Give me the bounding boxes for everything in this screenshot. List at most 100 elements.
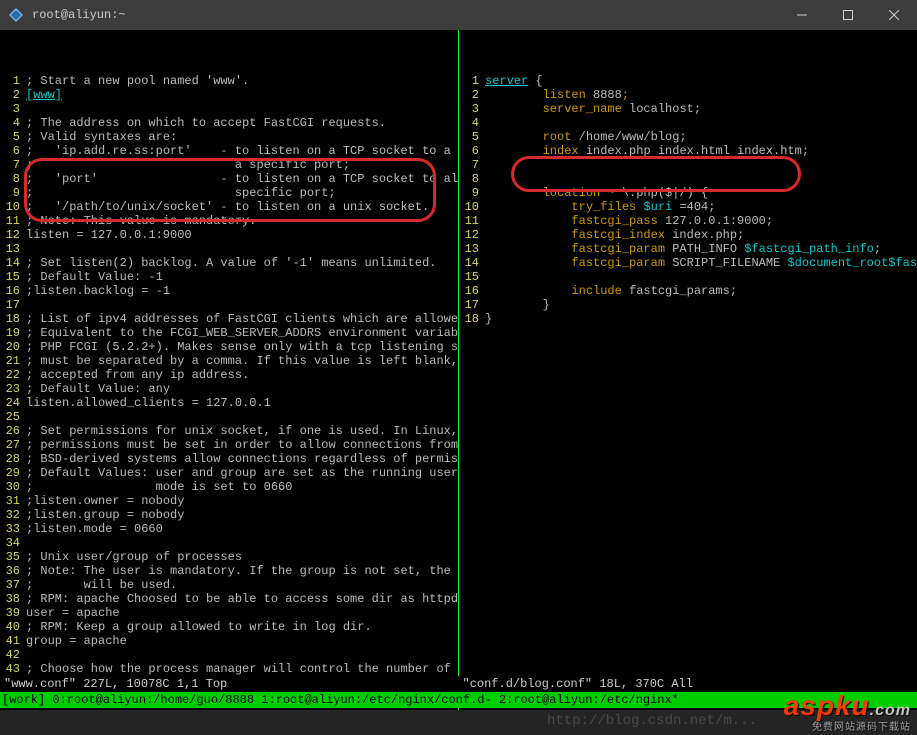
code-line: 13	[0, 242, 458, 256]
code-text: ; Note: The user is mandatory. If the gr…	[26, 564, 459, 578]
line-number: 7	[0, 158, 26, 172]
line-number: 6	[0, 144, 26, 158]
code-line: 25	[0, 410, 458, 424]
line-number: 8	[0, 172, 26, 186]
code-line: 4	[459, 116, 917, 130]
code-line: 20; PHP FCGI (5.2.2+). Makes sense only …	[0, 340, 458, 354]
code-text: ; The address on which to accept FastCGI…	[26, 116, 386, 130]
code-text: }	[485, 312, 492, 326]
code-text: include	[485, 284, 629, 298]
code-line: 23; Default Value: any	[0, 382, 458, 396]
line-number: 9	[459, 186, 485, 200]
app-icon	[8, 7, 24, 23]
code-text: {	[528, 74, 542, 88]
code-text: ;listen.owner = nobody	[26, 494, 184, 508]
line-number: 13	[0, 242, 26, 256]
code-line: 12 fastcgi_index index.php;	[459, 228, 917, 242]
code-text: location	[485, 186, 607, 200]
code-line: 29; Default Values: user and group are s…	[0, 466, 458, 480]
line-number: 14	[459, 256, 485, 270]
code-line: 18}	[459, 312, 917, 326]
code-line: 7; a specific port;	[0, 158, 458, 172]
line-number: 16	[0, 284, 26, 298]
line-number: 18	[0, 312, 26, 326]
code-line: 1server {	[459, 74, 917, 88]
code-text: ;listen.backlog = -1	[26, 284, 170, 298]
code-text: SCRIPT_FILENAME	[672, 256, 787, 270]
code-text: /home/www/blog;	[579, 130, 687, 144]
code-line: 10; '/path/to/unix/socket' - to listen o…	[0, 200, 458, 214]
line-number: 2	[459, 88, 485, 102]
line-number: 26	[0, 424, 26, 438]
close-button[interactable]	[871, 0, 917, 30]
code-text: ;	[874, 242, 881, 256]
code-text: index.php;	[672, 228, 744, 242]
code-text: |/) {	[672, 186, 708, 200]
code-line: 10 try_files $uri =404;	[459, 200, 917, 214]
line-number: 5	[459, 130, 485, 144]
line-number: 9	[0, 186, 26, 200]
left-pane[interactable]: 1; Start a new pool named 'www'.2[www]34…	[0, 30, 459, 710]
code-text: $fastcgi_path_info	[744, 242, 874, 256]
line-number: 13	[459, 242, 485, 256]
code-text: listen	[485, 88, 593, 102]
line-number: 18	[459, 312, 485, 326]
code-text: ;listen.mode = 0660	[26, 522, 163, 536]
line-number: 8	[459, 172, 485, 186]
maximize-button[interactable]	[825, 0, 871, 30]
code-line: 6 index index.php index.html index.htm;	[459, 144, 917, 158]
line-number: 32	[0, 508, 26, 522]
line-number: 34	[0, 536, 26, 550]
code-line: 9; specific port;	[0, 186, 458, 200]
code-text: ; Valid syntaxes are:	[26, 130, 177, 144]
line-number: 42	[0, 648, 26, 662]
code-line: 37; will be used.	[0, 578, 458, 592]
code-text: ; RPM: apache Choosed to be able to acce…	[26, 592, 458, 606]
code-text: ; RPM: Keep a group allowed to write in …	[26, 620, 372, 634]
code-text: $document_root$fastcgi_script_name	[787, 256, 917, 270]
code-line: 28; BSD-derived systems allow connection…	[0, 452, 458, 466]
line-number: 11	[0, 214, 26, 228]
code-text: group = apache	[26, 634, 127, 648]
line-number: 17	[0, 298, 26, 312]
code-text: user = apache	[26, 606, 120, 620]
code-text: fastcgi_param	[485, 256, 672, 270]
code-text: }	[485, 298, 550, 312]
code-text: ; mode is set to 0660	[26, 480, 292, 494]
code-text: PATH_INFO	[672, 242, 744, 256]
code-text: ; Start a new pool named 'www'.	[26, 74, 249, 88]
code-text: ; Set listen(2) backlog. A value of '-1'…	[26, 256, 436, 270]
line-number: 43	[0, 662, 26, 676]
code-text: ; '/path/to/unix/socket' - to listen on …	[26, 200, 429, 214]
code-text: 8888	[593, 88, 622, 102]
code-line: 14 fastcgi_param SCRIPT_FILENAME $docume…	[459, 256, 917, 270]
code-text: ; Note: This value is mandatory.	[26, 214, 256, 228]
code-text: localhost;	[629, 102, 701, 116]
code-text: ; permissions must be set in order to al…	[26, 438, 459, 452]
line-number: 39	[0, 606, 26, 620]
code-line: 7	[459, 158, 917, 172]
code-line: 32;listen.group = nobody	[0, 508, 458, 522]
code-line: 16 include fastcgi_params;	[459, 284, 917, 298]
code-text: fastcgi_pass	[485, 214, 665, 228]
code-line: 36; Note: The user is mandatory. If the …	[0, 564, 458, 578]
code-line: 35; Unix user/group of processes	[0, 550, 458, 564]
code-line: 42	[0, 648, 458, 662]
code-line: 33;listen.mode = 0660	[0, 522, 458, 536]
code-line: 15; Default Value: -1	[0, 270, 458, 284]
code-line: 27; permissions must be set in order to …	[0, 438, 458, 452]
code-line: 5; Valid syntaxes are:	[0, 130, 458, 144]
code-text: root	[485, 130, 579, 144]
code-line: 17 }	[459, 298, 917, 312]
code-text: ~ \.php(	[607, 186, 665, 200]
minimize-button[interactable]	[779, 0, 825, 30]
code-text: =	[672, 200, 686, 214]
line-number: 31	[0, 494, 26, 508]
right-pane[interactable]: 1server {2 listen 8888;3 server_name loc…	[459, 30, 917, 710]
terminal-area[interactable]: 1; Start a new pool named 'www'.2[www]34…	[0, 30, 917, 710]
tmux-statusbar: [work] 0:root@aliyun:/home/guo/8888 1:ro…	[0, 692, 917, 708]
line-number: 19	[0, 326, 26, 340]
code-text: 127.0.0.1:9000;	[665, 214, 773, 228]
line-number: 37	[0, 578, 26, 592]
line-number: 11	[459, 214, 485, 228]
